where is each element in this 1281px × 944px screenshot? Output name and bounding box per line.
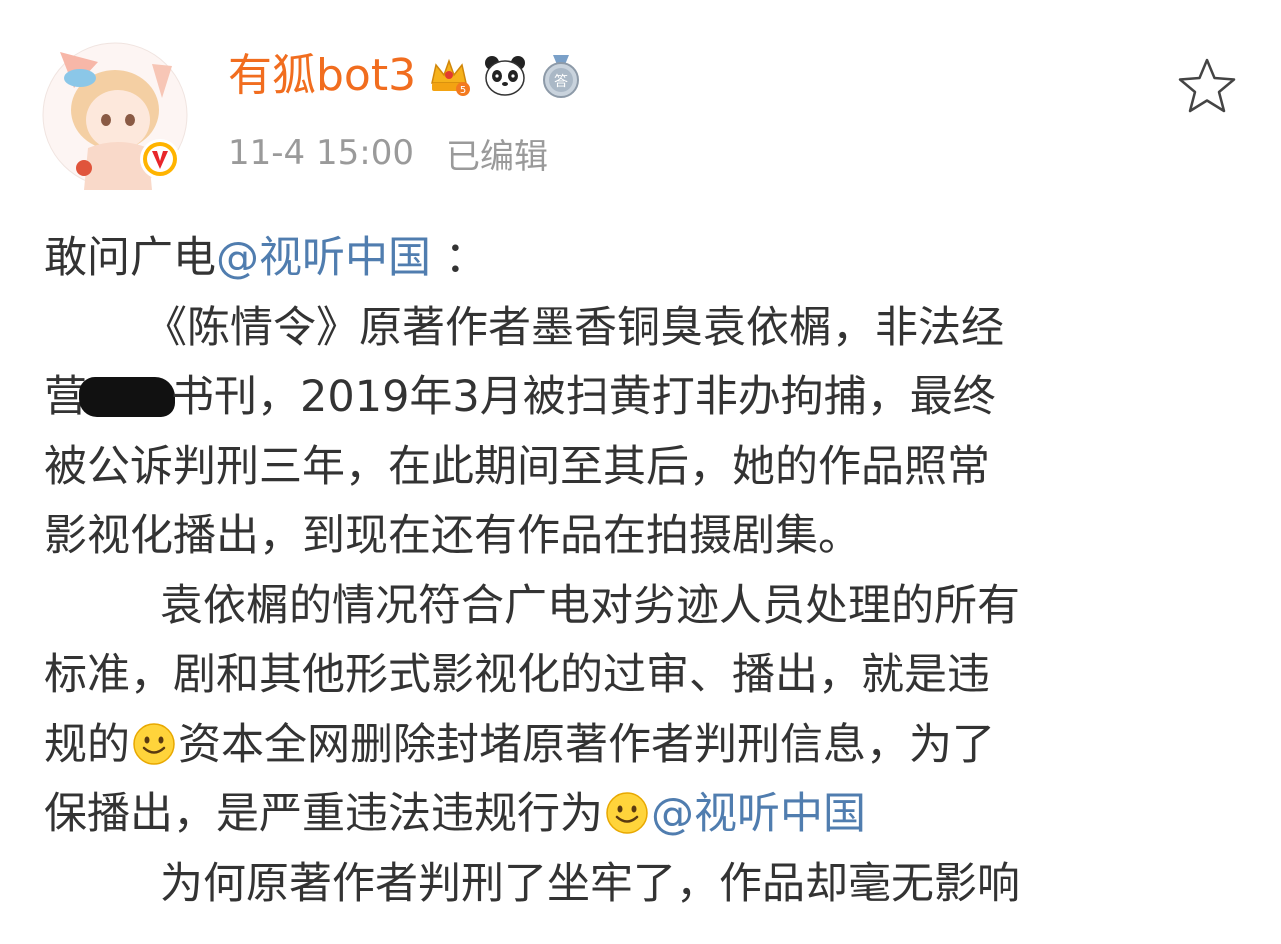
star-outline-icon[interactable] [1176, 56, 1238, 118]
post-text: 书刊，2019年3月被扫黄打非办拘捕，最终 [171, 372, 996, 422]
post-timestamp: 11-4 15:00 [228, 133, 414, 173]
post-text: 《陈情令》原著作者墨香铜臭袁依榍，非法经 [144, 302, 1004, 353]
smile-emoji-icon [132, 722, 176, 766]
post-line: 袁依榍的情况符合广电对劣迹人员处理的所有 [44, 572, 1244, 642]
post-line: 被公诉判刑三年，在此期间至其后，她的作品照常 [44, 433, 1244, 503]
post-text: 标准，剧和其他形式影视化的过审、播出，就是违 [44, 650, 990, 700]
username[interactable]: 有狐bot3 [228, 46, 416, 106]
verified-v-icon [138, 137, 182, 181]
svg-text:答: 答 [554, 73, 568, 90]
post-line: 敢问广电@视听中国 ： [44, 224, 1244, 294]
post-line: 规的 资本全网删除封堵原著作者判刑信息，为了 [44, 711, 1244, 781]
redaction-mark [79, 377, 175, 417]
post-text: 敢问广电 [44, 233, 216, 283]
post-line: 影视化播出，到现在还有作品在拍摄剧集。 [44, 502, 1244, 572]
post-text: 保播出，是严重违法违规行为 [44, 789, 603, 839]
post-text: 被公诉判刑三年，在此期间至其后，她的作品照常 [44, 441, 990, 492]
post-text: 资本全网删除封堵原著作者判刑信息，为了 [178, 719, 995, 770]
panda-icon[interactable] [482, 53, 528, 99]
crown-level-icon[interactable]: 5 [426, 53, 472, 99]
meta-row: 11-4 15:00 已编辑 [228, 128, 548, 178]
name-row: 有狐bot3 5 答 [228, 46, 584, 106]
post-text: 袁依榍的情况符合广电对劣迹人员处理的所有 [160, 580, 1020, 631]
post-line: 标准，剧和其他形式影视化的过审、播出，就是违 [44, 641, 1244, 711]
post-text: 规的 [44, 719, 130, 770]
post-line: 为何原著作者判刑了坐牢了，作品却毫无影响 [44, 850, 1244, 920]
mention-link[interactable]: @视听中国 [216, 233, 431, 283]
post-text: 影视化播出，到现在还有作品在拍摄剧集。 [44, 511, 861, 561]
post-line: 保播出，是严重违法违规行为 @视听中国 [44, 780, 1244, 850]
mention-link[interactable]: @视听中国 [651, 789, 866, 839]
post-text: ： [431, 233, 488, 283]
answer-medal-icon[interactable]: 答 [538, 53, 584, 99]
post-line: 营书刊，2019年3月被扫黄打非办拘捕，最终 [44, 363, 1244, 433]
post-body: 敢问广电@视听中国 ： 《陈情令》原著作者墨香铜臭袁依榍，非法经 营书刊，201… [44, 224, 1244, 919]
post-line: 《陈情令》原著作者墨香铜臭袁依榍，非法经 [44, 294, 1244, 364]
svg-text:5: 5 [460, 85, 466, 96]
smile-emoji-icon [605, 791, 649, 835]
post-text: 为何原著作者判刑了坐牢了，作品却毫无影响 [160, 858, 1020, 909]
edited-label[interactable]: 已编辑 [446, 129, 548, 178]
weibo-post: 有狐bot3 5 答 11-4 15:00 已编辑 敢问广电@视听中国 ： 《陈… [0, 0, 1281, 944]
